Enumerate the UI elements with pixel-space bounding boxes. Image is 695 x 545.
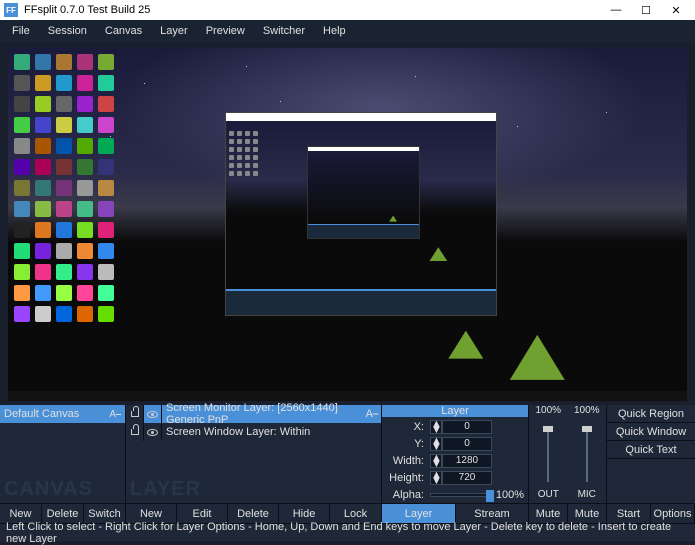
control-panel: Default Canvas A⎯ CANVAS Screen Monitor … bbox=[0, 405, 695, 523]
mic-slider[interactable] bbox=[582, 426, 592, 482]
menu-layer[interactable]: Layer bbox=[152, 22, 196, 40]
out-label: OUT bbox=[529, 489, 568, 503]
quick-region-button[interactable]: Quick Region bbox=[607, 405, 695, 423]
properties-section: Layer X: ▲▼ Y: ▲▼ Width: ▲▼ Height: ▲▼ bbox=[382, 405, 529, 503]
alpha-percent: 100% bbox=[494, 489, 524, 501]
height-stepper[interactable]: ▲▼ bbox=[430, 471, 492, 485]
menu-canvas[interactable]: Canvas bbox=[97, 22, 150, 40]
eye-icon[interactable] bbox=[144, 405, 162, 423]
desktop-icons bbox=[14, 54, 116, 324]
canvas-header[interactable]: Default Canvas A⎯ bbox=[0, 405, 125, 423]
lock-icon[interactable] bbox=[126, 423, 144, 441]
layer-row[interactable]: Screen Window Layer: Within bbox=[126, 423, 381, 441]
minimize-button[interactable]: — bbox=[601, 0, 631, 20]
close-button[interactable]: ✕ bbox=[661, 0, 691, 20]
layer-name[interactable]: Screen Monitor Layer: [2560x1440] Generi… bbox=[162, 405, 363, 423]
canvas-bg-label: CANVAS bbox=[4, 478, 93, 501]
out-slider[interactable] bbox=[543, 426, 553, 482]
statusbar: Left Click to select - Right Click for L… bbox=[0, 523, 695, 541]
height-input[interactable] bbox=[442, 471, 492, 485]
canvas-title: Default Canvas bbox=[4, 408, 79, 420]
height-label: Height: bbox=[386, 472, 428, 484]
pin-icon[interactable]: A⎯ bbox=[109, 409, 121, 420]
menu-file[interactable]: File bbox=[4, 22, 38, 40]
titlebar: FF FFsplit 0.7.0 Test Build 25 — ☐ ✕ bbox=[0, 0, 695, 20]
x-stepper[interactable]: ▲▼ bbox=[430, 420, 492, 434]
x-label: X: bbox=[386, 421, 428, 433]
app-icon: FF bbox=[4, 3, 18, 17]
layer-section: Screen Monitor Layer: [2560x1440] Generi… bbox=[126, 405, 382, 503]
width-stepper[interactable]: ▲▼ bbox=[430, 454, 492, 468]
alpha-slider[interactable] bbox=[430, 493, 492, 497]
preview-canvas[interactable] bbox=[8, 48, 687, 401]
menu-session[interactable]: Session bbox=[40, 22, 95, 40]
y-stepper[interactable]: ▲▼ bbox=[430, 437, 492, 451]
quick-section: Quick Region Quick Window Quick Text bbox=[607, 405, 695, 503]
mic-percent: 100% bbox=[568, 405, 607, 419]
canvas-section: Default Canvas A⎯ CANVAS bbox=[0, 405, 126, 503]
x-input[interactable] bbox=[442, 420, 492, 434]
eye-icon[interactable] bbox=[144, 423, 162, 441]
menubar: File Session Canvas Layer Preview Switch… bbox=[0, 20, 695, 42]
taskbar-preview bbox=[8, 391, 687, 401]
quick-text-button[interactable]: Quick Text bbox=[607, 441, 695, 459]
layer-row-selected[interactable]: Screen Monitor Layer: [2560x1440] Generi… bbox=[126, 405, 381, 423]
tent-graphic bbox=[510, 335, 565, 380]
properties-header: Layer bbox=[382, 405, 528, 417]
nested-window-preview bbox=[225, 112, 497, 317]
pin-icon[interactable]: A⎯ bbox=[363, 405, 381, 423]
audio-section: 100% 100% OUT MIC bbox=[529, 405, 607, 503]
menu-help[interactable]: Help bbox=[315, 22, 354, 40]
layer-bg-label: LAYER bbox=[130, 478, 201, 501]
menu-preview[interactable]: Preview bbox=[198, 22, 253, 40]
y-label: Y: bbox=[386, 438, 428, 450]
lock-icon[interactable] bbox=[126, 405, 144, 423]
maximize-button[interactable]: ☐ bbox=[631, 0, 661, 20]
window-title: FFsplit 0.7.0 Test Build 25 bbox=[24, 4, 601, 16]
alpha-label: Alpha: bbox=[386, 489, 428, 501]
width-input[interactable] bbox=[442, 454, 492, 468]
tent-graphic bbox=[448, 331, 483, 359]
menu-switcher[interactable]: Switcher bbox=[255, 22, 313, 40]
layer-name[interactable]: Screen Window Layer: Within bbox=[162, 423, 381, 441]
out-percent: 100% bbox=[529, 405, 568, 419]
mic-label: MIC bbox=[568, 489, 607, 503]
quick-window-button[interactable]: Quick Window bbox=[607, 423, 695, 441]
width-label: Width: bbox=[386, 455, 428, 467]
y-input[interactable] bbox=[442, 437, 492, 451]
